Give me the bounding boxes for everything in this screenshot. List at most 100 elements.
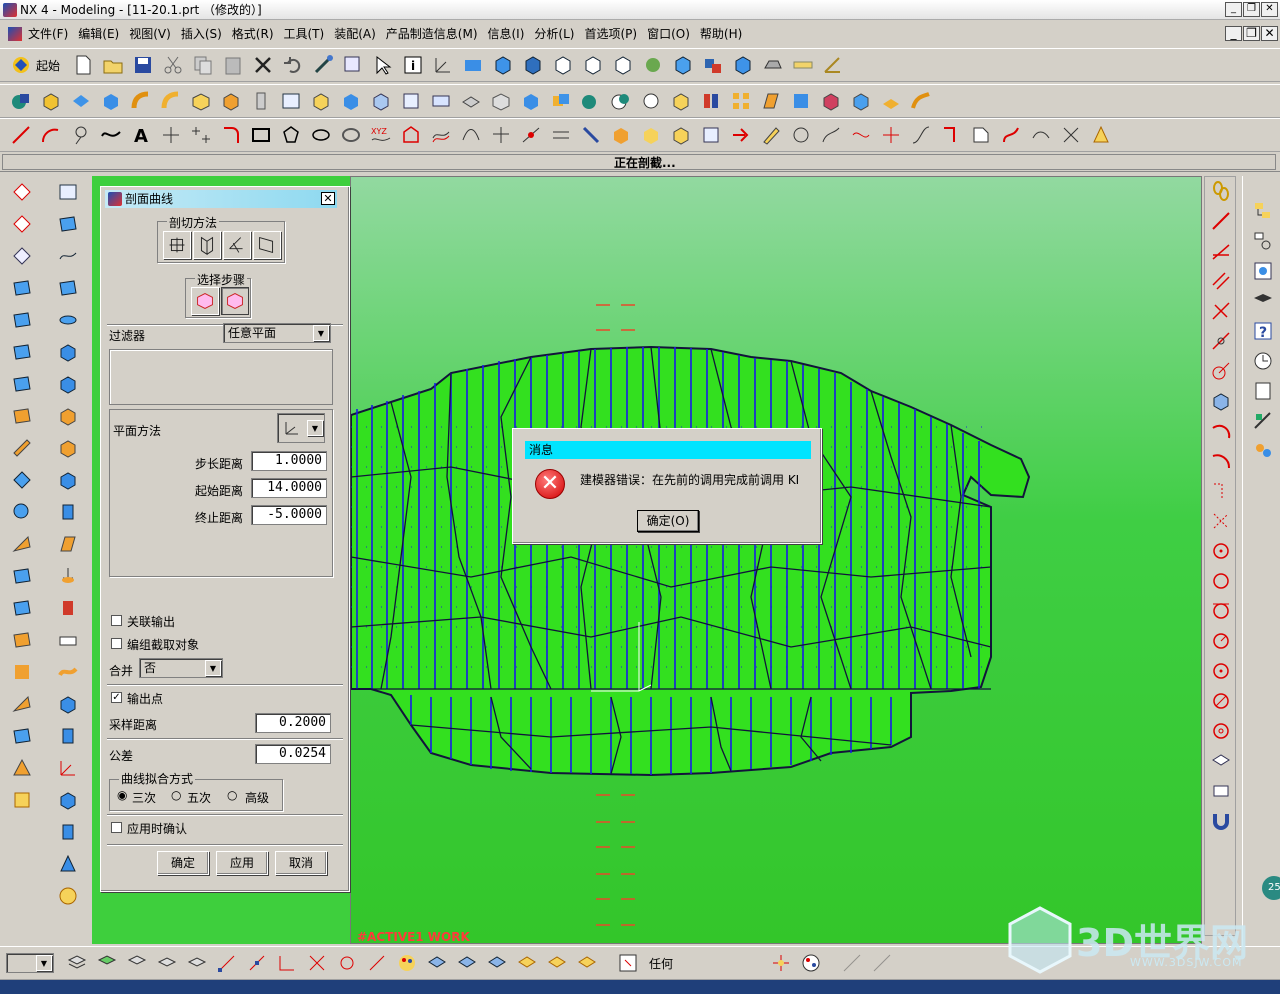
cylinder-blue-3-icon[interactable] xyxy=(56,820,80,844)
system-materials-icon[interactable] xyxy=(1251,379,1275,403)
save-icon[interactable] xyxy=(131,53,155,77)
help-icon[interactable]: ? xyxy=(1251,319,1275,343)
line-perpendicular-icon[interactable] xyxy=(1209,299,1233,323)
sew-icon[interactable] xyxy=(879,89,903,113)
section-curve-icon[interactable] xyxy=(669,123,693,147)
general-conic-icon[interactable] xyxy=(399,123,423,147)
emboss-icon[interactable] xyxy=(56,628,80,652)
close-window-button[interactable]: ✕ xyxy=(1261,2,1278,17)
step-distance-field[interactable]: 1.0000 xyxy=(251,451,327,471)
circle-offset-icon[interactable] xyxy=(1209,719,1233,743)
styled-blend-icon[interactable] xyxy=(10,788,34,812)
color-filter-icon[interactable] xyxy=(799,951,823,975)
tube-icon[interactable] xyxy=(129,89,153,113)
circle-tangent-icon[interactable] xyxy=(1209,599,1233,623)
stretch-curve-icon[interactable] xyxy=(909,123,933,147)
layer-visible-icon[interactable] xyxy=(125,951,149,975)
notification-badge[interactable]: 25 xyxy=(1262,876,1280,900)
snap-control-icon[interactable] xyxy=(275,951,299,975)
measure-distance-icon[interactable] xyxy=(791,53,815,77)
cube-blue-icon[interactable] xyxy=(56,340,80,364)
hole-icon[interactable] xyxy=(189,89,213,113)
app-menu-icon[interactable] xyxy=(8,26,22,41)
training-icon[interactable] xyxy=(1251,289,1275,313)
output-points-checkbox[interactable]: ✓ xyxy=(111,692,122,703)
wcs-icon[interactable] xyxy=(431,53,455,77)
patch-icon[interactable] xyxy=(909,89,933,113)
arc-length-icon[interactable] xyxy=(969,123,993,147)
cylinder-blue-2-icon[interactable] xyxy=(56,724,80,748)
paste-icon[interactable] xyxy=(221,53,245,77)
arc-three-point-icon[interactable] xyxy=(1209,419,1233,443)
groove-icon[interactable] xyxy=(429,89,453,113)
method-parallel-planes-button[interactable] xyxy=(193,231,221,259)
cut-icon[interactable] xyxy=(161,53,185,77)
curve-length-icon[interactable] xyxy=(1029,123,1053,147)
plane-cube-icon[interactable] xyxy=(1209,389,1233,413)
thread-icon[interactable] xyxy=(459,89,483,113)
apply-button[interactable]: 应用 xyxy=(216,851,268,875)
view-iso-icon[interactable] xyxy=(551,53,575,77)
from-poles-icon[interactable] xyxy=(10,212,34,236)
shaded-sphere-icon[interactable] xyxy=(641,53,665,77)
sample-distance-field[interactable]: 0.2000 xyxy=(255,713,331,733)
curve-snap-icon[interactable] xyxy=(840,951,864,975)
menu-view[interactable]: 视图(V) xyxy=(129,25,171,42)
bridge-surface-icon[interactable] xyxy=(10,436,34,460)
select-component-icon[interactable] xyxy=(545,951,569,975)
menu-help[interactable]: 帮助(H) xyxy=(700,25,742,42)
render-style-icon[interactable] xyxy=(701,53,725,77)
select-body-icon[interactable] xyxy=(455,951,479,975)
method-radial-planes-button[interactable] xyxy=(223,231,251,259)
menu-assembly[interactable]: 装配(A) xyxy=(334,25,376,42)
chain-link-icon[interactable] xyxy=(1209,179,1233,203)
chevron-down-icon[interactable]: ▼ xyxy=(36,955,52,971)
point-constructor-icon[interactable] xyxy=(1089,123,1113,147)
sketch-icon[interactable] xyxy=(9,89,33,113)
law-curve-icon[interactable]: XYZ xyxy=(369,123,393,147)
pad-icon[interactable] xyxy=(369,89,393,113)
extrude-icon[interactable] xyxy=(39,89,63,113)
fit-advanced-radio[interactable]: ○ xyxy=(227,788,237,802)
extension-icon[interactable] xyxy=(10,532,34,556)
measure-angle-icon[interactable] xyxy=(821,53,845,77)
layer-settings-icon[interactable] xyxy=(95,951,119,975)
law-extension-icon[interactable] xyxy=(10,564,34,588)
start-icon[interactable] xyxy=(9,53,33,77)
cube-blue-2-icon[interactable] xyxy=(56,372,80,396)
snap-intersection-icon[interactable] xyxy=(305,951,329,975)
select-edge-icon[interactable] xyxy=(485,951,509,975)
filter-select[interactable]: 任意平面 ▼ xyxy=(223,323,331,343)
smooth-spline-icon[interactable] xyxy=(999,123,1023,147)
pencil-icon[interactable] xyxy=(759,123,783,147)
menu-insert[interactable]: 插入(S) xyxy=(181,25,222,42)
open-folder-icon[interactable] xyxy=(101,53,125,77)
rectangle-icon[interactable] xyxy=(249,123,273,147)
undo-icon[interactable] xyxy=(281,53,305,77)
book-view-icon[interactable] xyxy=(56,180,80,204)
chevron-down-icon[interactable]: ▼ xyxy=(307,420,323,436)
face-blend-icon[interactable] xyxy=(849,89,873,113)
panel-close-button[interactable]: ✕ xyxy=(321,192,335,205)
project-curve-icon[interactable] xyxy=(549,123,573,147)
styled-sweep-icon[interactable] xyxy=(10,756,34,780)
revolve-icon[interactable] xyxy=(69,89,93,113)
cube-blue-3-icon[interactable] xyxy=(56,468,80,492)
assembly-navigator-icon[interactable] xyxy=(1251,199,1275,223)
mirror-icon[interactable] xyxy=(699,89,723,113)
wireframe-cube-icon[interactable] xyxy=(731,53,755,77)
wrap-curve-icon[interactable] xyxy=(609,123,633,147)
rough-surface-icon[interactable] xyxy=(56,276,80,300)
boss-icon[interactable] xyxy=(219,89,243,113)
circle-point-icon[interactable] xyxy=(1209,659,1233,683)
cone-icon[interactable] xyxy=(56,852,80,876)
edge-blend-icon[interactable] xyxy=(819,89,843,113)
join-curve-icon[interactable] xyxy=(519,123,543,147)
method-perpendicular-planes-button[interactable] xyxy=(253,231,281,259)
graphics-window[interactable]: #ACTIVE1 WORK xyxy=(350,176,1202,944)
start-distance-field[interactable]: 14.0000 xyxy=(251,478,327,498)
trim-curve-icon[interactable] xyxy=(849,123,873,147)
type-filter-select[interactable]: ▼ xyxy=(6,953,54,973)
spline-icon[interactable] xyxy=(99,123,123,147)
snap-center-icon[interactable] xyxy=(335,951,359,975)
